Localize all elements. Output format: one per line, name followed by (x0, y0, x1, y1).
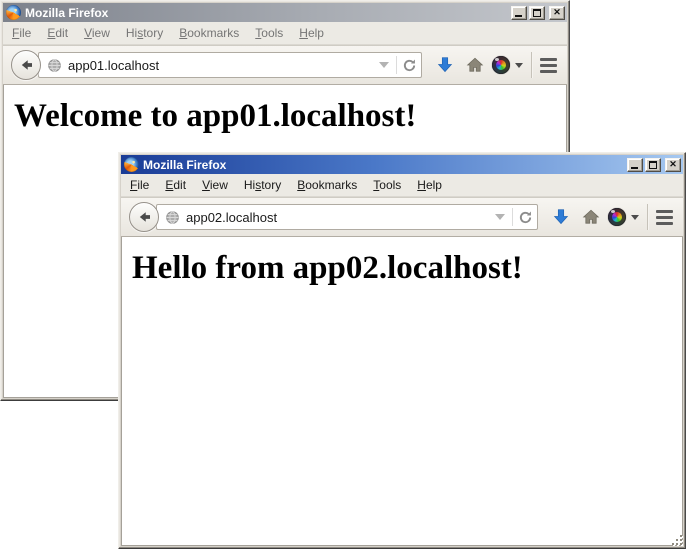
home-icon (582, 208, 600, 226)
addon-dropdown-icon[interactable] (515, 63, 523, 68)
url-bar[interactable]: app02.localhost (156, 204, 538, 230)
downloads-button[interactable] (430, 50, 460, 80)
titlebar[interactable]: Mozilla Firefox ✕ (3, 3, 567, 22)
menu-hamburger-button[interactable] (656, 210, 673, 225)
maximize-button[interactable] (529, 6, 545, 20)
home-icon (466, 56, 484, 74)
minimize-icon (515, 15, 522, 17)
close-button[interactable]: ✕ (665, 158, 681, 172)
navigation-toolbar: app02.localhost (121, 197, 683, 237)
hamburger-icon (540, 58, 557, 61)
firefox-logo-icon (124, 157, 139, 172)
urlbar-dropdown-icon[interactable] (379, 62, 389, 68)
window-title: Mozilla Firefox (25, 6, 511, 20)
page-heading: Welcome to app01.localhost! (14, 98, 566, 135)
site-globe-icon (165, 210, 180, 225)
reload-icon (518, 210, 533, 225)
menu-tools[interactable]: Tools (248, 23, 290, 43)
menu-help[interactable]: Help (292, 23, 331, 43)
close-button[interactable]: ✕ (549, 6, 565, 20)
maximize-icon (649, 161, 657, 169)
maximize-button[interactable] (645, 158, 661, 172)
page-content: Hello from app02.localhost! (121, 237, 683, 546)
url-text[interactable]: app02.localhost (180, 210, 488, 225)
navigation-toolbar: app01.localhost (3, 45, 567, 85)
reload-icon (402, 58, 417, 73)
menu-history[interactable]: History (237, 175, 288, 195)
menu-help[interactable]: Help (410, 175, 449, 195)
hamburger-icon (656, 210, 673, 213)
menu-bookmarks[interactable]: Bookmarks (290, 175, 364, 195)
menu-hamburger-button[interactable] (540, 58, 557, 73)
home-button[interactable] (576, 202, 606, 232)
menu-file[interactable]: File (123, 175, 156, 195)
download-arrow-icon (436, 56, 454, 74)
reload-button[interactable] (397, 58, 421, 73)
url-text[interactable]: app01.localhost (62, 58, 372, 73)
menu-tools[interactable]: Tools (366, 175, 408, 195)
addon-button[interactable] (608, 208, 639, 226)
menu-bar: File Edit View History Bookmarks Tools H… (3, 22, 567, 45)
toolbar-separator (647, 204, 648, 230)
site-globe-icon (47, 58, 62, 73)
menu-edit[interactable]: Edit (40, 23, 75, 43)
home-button[interactable] (460, 50, 490, 80)
url-bar[interactable]: app01.localhost (38, 52, 422, 78)
back-button[interactable] (11, 50, 41, 80)
menu-file[interactable]: File (5, 23, 38, 43)
addon-dropdown-icon[interactable] (631, 215, 639, 220)
menu-history[interactable]: History (119, 23, 170, 43)
back-arrow-icon (18, 57, 34, 73)
menu-view[interactable]: View (195, 175, 235, 195)
back-arrow-icon (136, 209, 152, 225)
minimize-icon (631, 167, 638, 169)
reload-button[interactable] (513, 210, 537, 225)
close-icon: ✕ (669, 160, 677, 169)
urlbar-dropdown-icon[interactable] (495, 214, 505, 220)
maximize-icon (533, 9, 541, 17)
addon-button[interactable] (492, 56, 523, 74)
titlebar[interactable]: Mozilla Firefox ✕ (121, 155, 683, 174)
minimize-button[interactable] (627, 158, 643, 172)
page-heading: Hello from app02.localhost! (132, 250, 682, 287)
resize-grip[interactable] (670, 533, 683, 546)
back-button[interactable] (129, 202, 159, 232)
firefox-logo-icon (6, 5, 21, 20)
toolbar-separator (531, 52, 532, 78)
menu-view[interactable]: View (77, 23, 117, 43)
menu-bookmarks[interactable]: Bookmarks (172, 23, 246, 43)
browser-window-app02[interactable]: Mozilla Firefox ✕ File Edit View History… (118, 152, 686, 549)
menu-edit[interactable]: Edit (158, 175, 193, 195)
minimize-button[interactable] (511, 6, 527, 20)
window-title: Mozilla Firefox (143, 158, 627, 172)
close-icon: ✕ (553, 8, 561, 17)
downloads-button[interactable] (546, 202, 576, 232)
menu-bar: File Edit View History Bookmarks Tools H… (121, 174, 683, 197)
download-arrow-icon (552, 208, 570, 226)
color-wheel-icon (492, 56, 510, 74)
color-wheel-icon (608, 208, 626, 226)
